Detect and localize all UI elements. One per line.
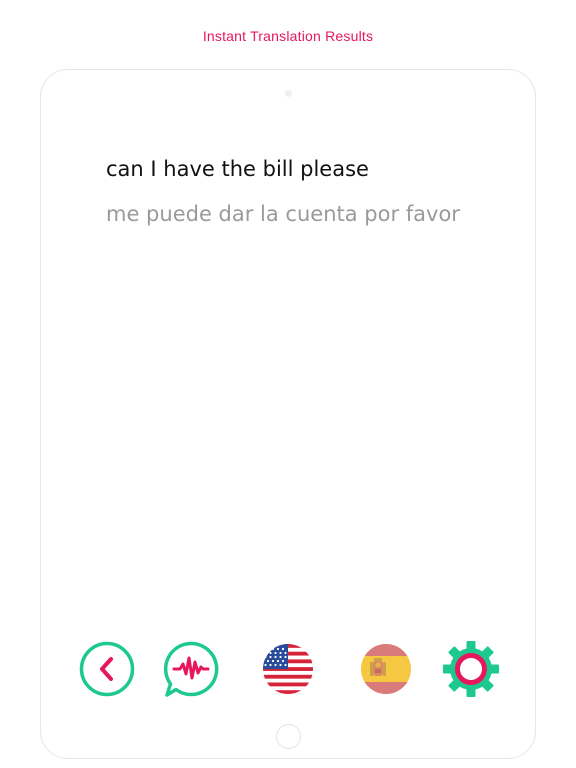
settings-button[interactable] [442, 640, 500, 698]
target-language-button[interactable] [357, 640, 415, 698]
app-store-screenshot: Instant Translation Results can I have t… [0, 0, 576, 768]
source-phrase: can I have the bill please [106, 157, 369, 181]
speech-waveform-icon [163, 641, 219, 697]
spain-flag-icon [361, 644, 411, 694]
us-flag-icon [263, 644, 313, 694]
chevron-left-icon [79, 641, 135, 697]
gear-icon [443, 641, 499, 697]
back-button[interactable] [78, 640, 136, 698]
source-language-button[interactable] [259, 640, 317, 698]
tablet-frame: can I have the bill please me puede dar … [40, 69, 536, 759]
home-button[interactable] [276, 724, 301, 749]
camera-dot [285, 90, 292, 97]
screenshot-caption: Instant Translation Results [202, 28, 374, 44]
translated-phrase: me puede dar la cuenta por favor [106, 202, 460, 226]
voice-input-button[interactable] [162, 640, 220, 698]
